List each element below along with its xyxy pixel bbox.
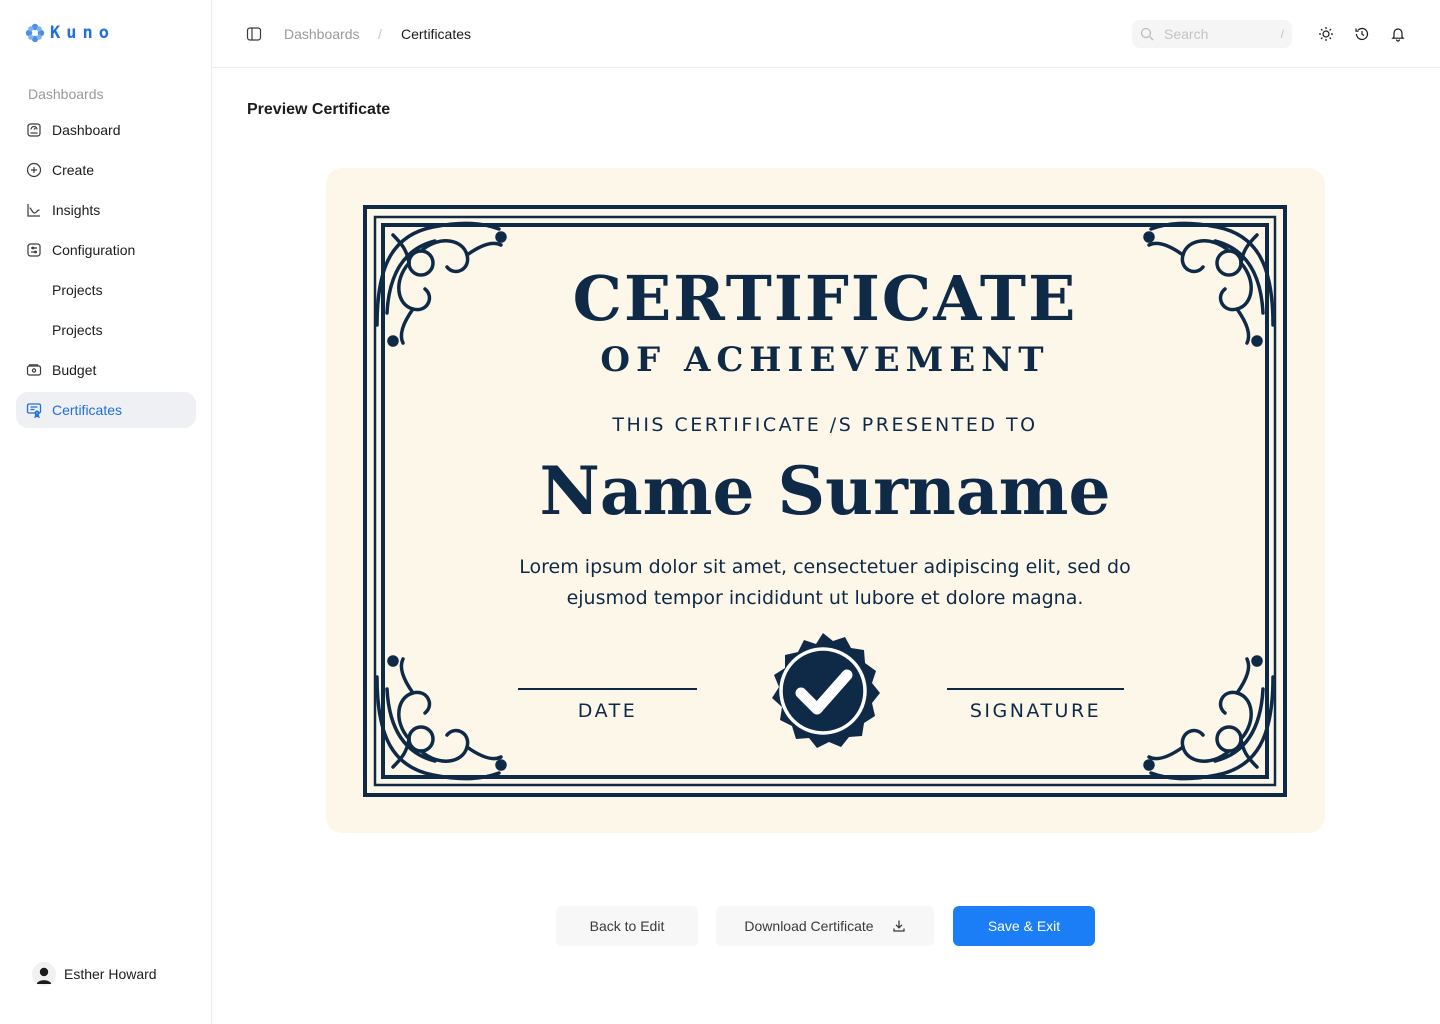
sidebar-item-configuration[interactable]: Configuration	[16, 232, 196, 268]
download-icon	[892, 920, 905, 932]
sidebar-item-insights[interactable]: Insights	[16, 192, 196, 228]
page-title: Preview Certificate	[247, 101, 391, 118]
breadcrumb-certificates: Certificates	[401, 26, 472, 42]
sidebar-nav: Dashboard Create Insights Configuration …	[16, 112, 196, 432]
sidebar-item-label: Projects	[52, 282, 103, 298]
search-shortcut: /	[1280, 27, 1284, 41]
bell-icon[interactable]	[1390, 26, 1406, 42]
plus-circle-icon	[26, 162, 42, 178]
breadcrumb-dashboards[interactable]: Dashboards	[284, 26, 360, 42]
sidebar-item-budget[interactable]: Budget	[16, 352, 196, 388]
download-certificate-button[interactable]: Download Certificate	[716, 906, 934, 946]
sidebar-section-label: Dashboards	[28, 86, 104, 102]
settings-sliders-icon	[26, 242, 42, 258]
search-box[interactable]: /	[1132, 20, 1292, 48]
sidebar-item-label: Certificates	[52, 402, 123, 418]
sidebar-item-create[interactable]: Create	[16, 152, 196, 188]
sidebar-item-label: Projects	[52, 322, 103, 338]
certificate-body-text: Lorem ipsum dolor sit amet, censectetuer…	[519, 556, 1131, 609]
chart-line-icon	[26, 202, 42, 218]
sidebar-item-certificates[interactable]: Certificates	[16, 392, 196, 428]
search-icon	[1140, 27, 1154, 41]
certificate-presented-to: THIS CERTIFICATE /S PRESENTED TO	[612, 414, 1038, 436]
certificate-icon	[26, 402, 42, 418]
top-bar: Dashboards / Certificates /	[212, 0, 1440, 68]
dashboard-icon	[26, 122, 42, 138]
sidebar-item-projects[interactable]: Projects	[16, 272, 196, 308]
seal-check-icon	[772, 633, 880, 748]
sidebar-item-dashboard[interactable]: Dashboard	[16, 112, 196, 148]
sidebar-item-projects[interactable]: Projects	[16, 312, 196, 348]
user-name: Esther Howard	[64, 966, 157, 982]
certificate-recipient-name: Name Surname	[539, 452, 1111, 530]
sun-icon[interactable]	[1318, 26, 1334, 42]
download-button-label: Download Certificate	[744, 918, 874, 934]
wallet-icon	[26, 362, 42, 378]
user-profile[interactable]: Esther Howard	[32, 962, 157, 986]
history-icon[interactable]	[1354, 26, 1370, 42]
logo[interactable]: Kuno	[24, 22, 115, 44]
avatar	[32, 962, 56, 986]
breadcrumb-separator: /	[378, 26, 382, 42]
sidebar-item-label: Configuration	[52, 242, 136, 258]
save-and-exit-button[interactable]: Save & Exit	[953, 906, 1095, 946]
logo-flower-icon	[25, 23, 45, 43]
certificate-subtitle: OF ACHIEVEMENT	[600, 340, 1050, 380]
sidebar: Kuno Dashboards Dashboard Create Insight…	[0, 0, 212, 1024]
sidebar-item-label: Insights	[52, 202, 101, 218]
certificate-signature-label: SIGNATURE	[969, 700, 1102, 722]
sidebar-toggle-icon[interactable]	[246, 26, 262, 42]
sidebar-item-label: Dashboard	[52, 122, 121, 138]
certificate-date-label: DATE	[577, 700, 638, 722]
back-to-edit-button[interactable]: Back to Edit	[556, 906, 698, 946]
certificate-title: CERTIFICATE	[572, 262, 1078, 335]
logo-text: Kuno	[50, 23, 115, 43]
sidebar-item-label: Create	[52, 162, 95, 178]
sidebar-item-label: Budget	[52, 362, 97, 378]
search-input[interactable]	[1164, 26, 1264, 42]
